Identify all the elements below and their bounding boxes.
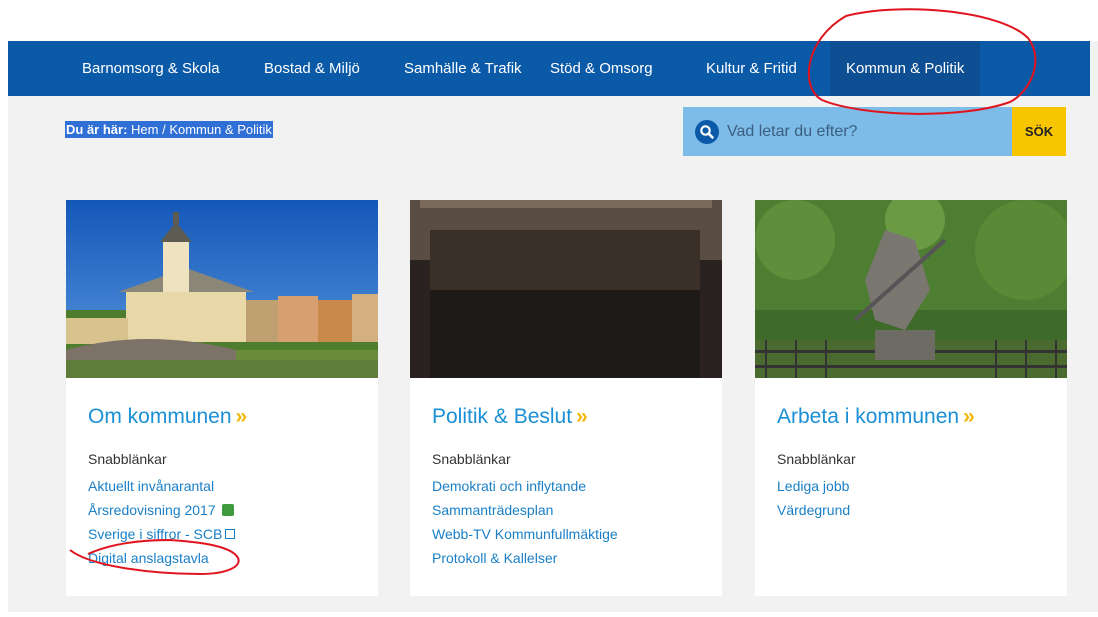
- town-hall-image[interactable]: [66, 200, 378, 378]
- card-title-politik-beslut[interactable]: Politik & Beslut»: [432, 405, 588, 429]
- quicklinks-list: Aktuellt invånarantal Årsredovisning 201…: [88, 474, 236, 570]
- card-title-text: Arbeta i kommunen: [777, 405, 960, 428]
- link-aktuellt-invanarantal[interactable]: Aktuellt invånarantal: [88, 474, 235, 498]
- link-text: Sammanträdesplan: [432, 502, 554, 518]
- quicklinks-list: Demokrati och inflytande Sammanträdespla…: [432, 474, 618, 570]
- search-box: [683, 107, 1013, 156]
- link-sverige-i-siffror[interactable]: Sverige i siffror - SCB: [88, 522, 236, 546]
- link-text: Årsredovisning 2017: [88, 502, 216, 518]
- cropped-heading-fragment: [100, 0, 106, 16]
- town-hall-photo: [66, 200, 378, 378]
- link-text: Aktuellt invånarantal: [88, 478, 215, 494]
- document-badge-icon: [221, 504, 234, 516]
- main-nav: Barnomsorg & Skola Bostad & Miljö Samhäl…: [8, 41, 1090, 96]
- statue-image[interactable]: [755, 200, 1067, 378]
- link-text: Digital anslagstavla: [88, 550, 209, 566]
- breadcrumb-prefix: Du är här:: [66, 122, 128, 137]
- card-title-arbeta-i-kommunen[interactable]: Arbeta i kommunen»: [777, 405, 975, 429]
- breadcrumb: Du är här: Hem / Kommun & Politik: [65, 121, 273, 138]
- external-link-icon: [225, 529, 236, 539]
- card-politik-beslut: Politik & Beslut» Snabblänkar Demokrati …: [410, 200, 722, 596]
- chevron-right-icon: »: [576, 405, 588, 428]
- nav-item-kultur[interactable]: Kultur & Fritid: [706, 41, 797, 96]
- link-text: Protokoll & Kallelser: [432, 550, 558, 566]
- link-lediga-jobb[interactable]: Lediga jobb: [777, 474, 850, 498]
- search-icon: [695, 119, 719, 144]
- quicklinks-list: Lediga jobb Värdegrund: [777, 474, 850, 522]
- nav-item-samhalle[interactable]: Samhälle & Trafik: [404, 41, 522, 96]
- link-vardegrund[interactable]: Värdegrund: [777, 498, 850, 522]
- link-text: Lediga jobb: [777, 478, 850, 494]
- statue-photo: [755, 200, 1067, 378]
- quicklinks-label: Snabblänkar: [432, 451, 511, 467]
- link-text: Sverige i siffror - SCB: [88, 526, 223, 542]
- politicians-group-photo: [410, 200, 722, 378]
- card-arbeta-i-kommunen: Arbeta i kommunen» Snabblänkar Lediga jo…: [755, 200, 1067, 596]
- link-protokoll-kallelser[interactable]: Protokoll & Kallelser: [432, 546, 618, 570]
- breadcrumb-path[interactable]: Hem / Kommun & Politik: [131, 122, 272, 137]
- politicians-group-image[interactable]: [410, 200, 722, 378]
- link-text: Webb-TV Kommunfullmäktige: [432, 526, 618, 542]
- link-digital-anslagstavla[interactable]: Digital anslagstavla: [88, 546, 235, 570]
- link-sammantradesplan[interactable]: Sammanträdesplan: [432, 498, 618, 522]
- link-webb-tv[interactable]: Webb-TV Kommunfullmäktige: [432, 522, 618, 546]
- chevron-right-icon: »: [235, 405, 248, 428]
- card-title-text: Om kommunen: [88, 405, 232, 428]
- link-arsredovisning-2017[interactable]: Årsredovisning 2017: [88, 498, 235, 522]
- card-om-kommunen: Om kommunen» Snabblänkar Aktuellt invåna…: [66, 200, 378, 596]
- nav-item-kommun-active[interactable]: Kommun & Politik: [830, 41, 981, 96]
- nav-item-bostad[interactable]: Bostad & Miljö: [264, 41, 360, 96]
- page: Barnomsorg & Skola Bostad & Miljö Samhäl…: [8, 41, 1098, 612]
- search-input[interactable]: [727, 122, 1007, 141]
- nav-item-barnomsorg[interactable]: Barnomsorg & Skola: [82, 41, 220, 96]
- chevron-right-icon: »: [963, 405, 975, 428]
- card-title-text: Politik & Beslut: [432, 405, 573, 428]
- quicklinks-label: Snabblänkar: [88, 451, 167, 467]
- nav-item-stod[interactable]: Stöd & Omsorg: [550, 41, 653, 96]
- link-text: Värdegrund: [777, 502, 851, 518]
- link-demokrati-och-inflytande[interactable]: Demokrati och inflytande: [432, 474, 618, 498]
- search-button[interactable]: SÖK: [1012, 107, 1066, 156]
- card-title-om-kommunen[interactable]: Om kommunen»: [88, 405, 247, 429]
- link-text: Demokrati och inflytande: [432, 478, 587, 494]
- quicklinks-label: Snabblänkar: [777, 451, 856, 467]
- cropped-heading: [0, 0, 1098, 40]
